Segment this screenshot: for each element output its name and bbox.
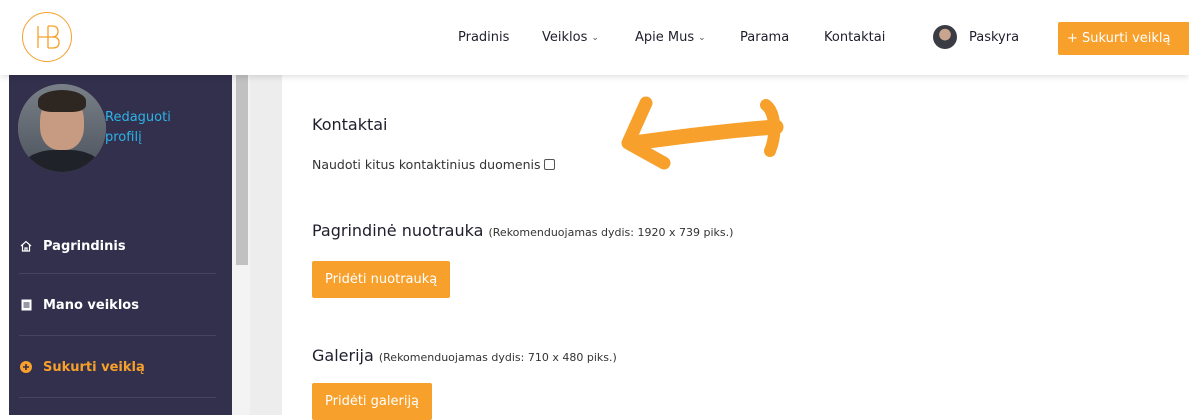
sidebar-item-label: Mano veiklos (43, 297, 139, 313)
chevron-down-icon: ⌄ (591, 32, 599, 43)
nav-item-kontaktai[interactable]: Kontaktai (824, 30, 885, 45)
profile-photo (18, 84, 106, 172)
content-gutter (250, 75, 282, 415)
site-logo[interactable] (22, 12, 72, 62)
other-contacts-checkbox[interactable] (543, 159, 555, 170)
logo-mark-icon (37, 25, 60, 49)
annotation-arrow-icon (621, 96, 784, 170)
contacts-heading: Kontaktai (312, 115, 388, 134)
nav-item-label: Apie Mus (635, 30, 695, 45)
account-label: Paskyra (969, 29, 1020, 45)
main-content: Kontaktai Naudoti kitus kontaktinius duo… (282, 75, 1189, 420)
add-gallery-button[interactable]: Pridėti galeriją (312, 383, 433, 420)
size-recommendation: (Rekomenduojamas dydis: 1920 x 739 piks.… (488, 226, 734, 239)
nav-item-label: Parama (740, 30, 790, 45)
account-menu[interactable]: Paskyra (933, 25, 1019, 49)
main-photo-heading: Pagrindinė nuotrauka (Rekomenduojamas dy… (312, 221, 733, 240)
document-icon (19, 299, 33, 311)
edit-profile-link[interactable]: Redaguoti profilį (105, 108, 195, 148)
nav-item-apie-mus[interactable]: Apie Mus ⌄ (635, 30, 706, 45)
home-icon (19, 240, 33, 252)
sidebar-item-pagrindinis[interactable]: Pagrindinis (9, 215, 216, 277)
sidebar-divider (19, 397, 216, 398)
sidebar: Redaguoti profilį Pagrindinis Mano veikl… (9, 75, 232, 415)
top-navigation-bar: Pradinis Veiklos ⌄ Apie Mus ⌄ Parama Konta… (0, 0, 1189, 75)
sidebar-scrollbar-thumb[interactable] (236, 75, 248, 265)
add-photo-button[interactable]: Pridėti nuotrauką (312, 261, 451, 298)
nav-item-pradinis[interactable]: Pradinis (458, 30, 509, 45)
other-contacts-option: Naudoti kitus kontaktinius duomenis (312, 157, 555, 172)
checkbox-label: Naudoti kitus kontaktinius duomenis (312, 157, 541, 172)
section-title: Pagrindinė nuotrauka (312, 221, 484, 240)
create-activity-button[interactable]: + Sukurti veiklą (1058, 22, 1189, 55)
sidebar-item-label: Sukurti veiklą (43, 359, 145, 375)
avatar (933, 25, 957, 49)
sidebar-item-sukurti-veikla[interactable]: Sukurti veiklą (9, 336, 216, 398)
size-recommendation: (Rekomenduojamas dydis: 710 x 480 piks.) (378, 351, 617, 364)
chevron-down-icon: ⌄ (698, 32, 706, 43)
sidebar-item-mano-veiklos[interactable]: Mano veiklos (9, 274, 216, 336)
nav-item-label: Pradinis (458, 30, 510, 45)
section-title: Galerija (312, 346, 374, 365)
nav-item-label: Veiklos (542, 30, 588, 45)
sidebar-item-label: Pagrindinis (43, 238, 126, 254)
nav-item-parama[interactable]: Parama (740, 30, 789, 45)
gallery-heading: Galerija (Rekomenduojamas dydis: 710 x 4… (312, 346, 617, 365)
nav-item-veiklos[interactable]: Veiklos ⌄ (542, 30, 599, 45)
nav-item-label: Kontaktai (824, 30, 886, 45)
plus-circle-icon (19, 361, 33, 373)
